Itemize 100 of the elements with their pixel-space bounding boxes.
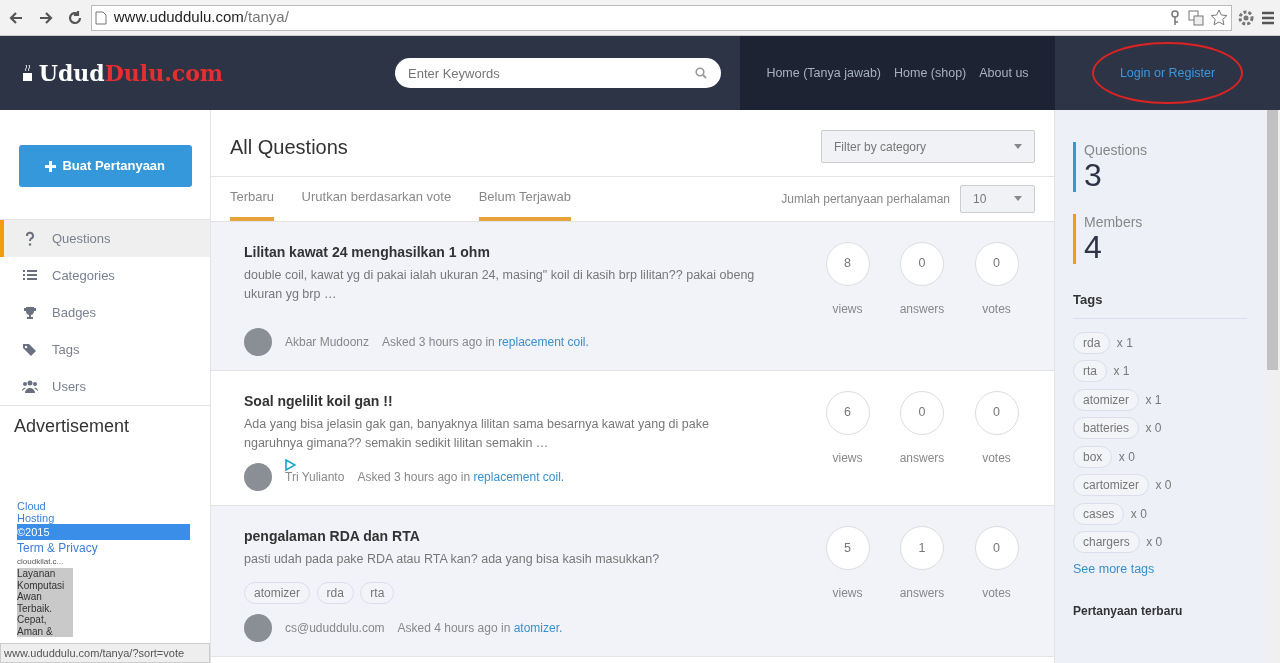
question-title[interactable]: Soal ngelilit koil gan !! [244, 390, 770, 412]
stat-label: votes [982, 449, 1011, 467]
stat-label: answers [899, 300, 945, 318]
url-text: www.ududdulu.com/tanya/ [113, 7, 289, 28]
ad-text: Layanan Komputasi Awan Terbaik. Cepat, Aman & [17, 568, 73, 637]
tag-count: x 0 [1146, 534, 1163, 551]
count-circle: 0 [974, 526, 1019, 570]
tag-count: x 1 [1116, 334, 1133, 352]
ad-copyright: ©2015 [17, 523, 190, 540]
sidebar-menu-item[interactable]: Tags [0, 331, 210, 368]
sidebar-menu-item[interactable]: Users [0, 368, 210, 405]
tag-count: x 1 [1145, 391, 1162, 409]
author-name[interactable]: Akbar Mudoonz [285, 332, 370, 351]
category-link[interactable]: replacement coil. [498, 334, 589, 349]
tag-chip[interactable]: chargers [1073, 531, 1140, 553]
nav-link[interactable]: About us [979, 63, 1029, 83]
tag-chip[interactable]: box [1073, 445, 1113, 468]
tag-chip[interactable]: batteries [1073, 417, 1140, 439]
avatar [244, 463, 272, 491]
author-name[interactable]: cs@ududdulu.com [285, 619, 385, 638]
sidebar-menu-item[interactable]: Questions [0, 220, 210, 257]
tags-heading: Tags [1073, 290, 1247, 319]
count-circle: 0 [974, 241, 1019, 286]
stat-label: votes [982, 585, 1011, 602]
status-bar-url: www.ududdulu.com/tanya/?sort=vote [0, 642, 210, 663]
question-title[interactable]: pengalaman RDA dan RTA [244, 526, 770, 547]
tag-chip[interactable]: rda [1073, 331, 1111, 354]
sidebar-menu-item[interactable]: Categories [0, 257, 210, 294]
count-circle: 5 [825, 526, 870, 570]
stat-label: views [832, 300, 863, 318]
sidebar-menu-item[interactable]: Badges [0, 294, 210, 331]
count-circle: 0 [974, 390, 1019, 435]
caret-icon [1014, 196, 1022, 202]
tag-chip[interactable]: cartomizer [1073, 474, 1149, 496]
users-icon [22, 378, 38, 395]
trophy-icon [22, 304, 38, 321]
tag-count: x 0 [1130, 505, 1147, 523]
avatar [244, 614, 272, 643]
asked-text: Asked 3 hours ago in replacement coil. [382, 333, 589, 351]
category-filter-dropdown[interactable]: Filter by category [821, 130, 1035, 163]
login-link[interactable]: Login or Register [1091, 41, 1244, 105]
tag-count: x 0 [1155, 477, 1172, 494]
stat-value: 3 [1084, 158, 1102, 192]
tag-chip[interactable]: atomizer [1073, 388, 1139, 411]
translate-icon[interactable] [1187, 9, 1204, 26]
question-excerpt: Ada yang bisa jelasin gak gan, banyaknya lilitan sama besarnya kawat yang di pake ngaruhnya gimana?? semakin sedikit lilitan semakin … [244, 416, 710, 452]
per-page-dropdown[interactable]: 10 [960, 184, 1035, 213]
stat-value: 4 [1084, 230, 1103, 264]
tag-count: x 0 [1145, 420, 1162, 437]
per-page-label: Jumlah pertanyaan perhalaman [781, 190, 950, 208]
tags-icon [22, 341, 38, 358]
recent-questions-heading: Pertanyaan terbaru [1073, 604, 1184, 619]
tag-count: x 1 [1113, 363, 1130, 380]
count-circle: 8 [825, 241, 870, 286]
question-title[interactable]: Lilitan kawat 24 menghasilkan 1 ohm [244, 241, 770, 263]
terms-link[interactable]: Term & Privacy [17, 542, 210, 554]
stat-label: answers [899, 449, 945, 467]
nav-link[interactable]: Home (Tanya jawab) [766, 63, 881, 83]
tag-chip[interactable]: rta [1073, 360, 1107, 382]
page-icon [95, 10, 108, 25]
ad-choices-icon[interactable] [284, 459, 296, 471]
asked-text: Asked 3 hours ago in replacement coil. [357, 469, 565, 486]
page-title: All Questions [230, 134, 348, 160]
caret-icon [1014, 144, 1022, 149]
nav-link[interactable]: Home (shop) [894, 63, 967, 83]
sort-tab[interactable]: Urutkan berdasarkan vote [301, 177, 452, 221]
tag-count: x 0 [1118, 448, 1135, 466]
plus-icon [44, 160, 56, 172]
author-name[interactable]: Tri Yulianto [285, 468, 345, 486]
search-icon[interactable] [695, 67, 707, 79]
count-circle: 1 [900, 526, 944, 570]
stat-label: answers [899, 585, 945, 602]
ad-link[interactable]: Cloud Hosting [17, 499, 67, 524]
scrollbar[interactable] [1265, 110, 1280, 663]
address-bar[interactable]: www.ududdulu.com/tanya/ [91, 4, 1233, 31]
stat-label: Members [1084, 214, 1144, 230]
tag-chip[interactable]: rda [316, 582, 354, 605]
stat-label: Questions [1084, 142, 1149, 158]
logo[interactable]: UdudDulu.com [38, 56, 224, 90]
asked-text: Asked 4 hours ago in atomizer. [397, 620, 563, 638]
stat-label: views [832, 585, 863, 602]
ad-domain: cloudkilat.c... [17, 556, 65, 568]
count-circle: 0 [900, 241, 944, 286]
create-question-button[interactable]: Buat Pertanyaan [18, 145, 192, 187]
category-link[interactable]: atomizer. [513, 621, 563, 636]
see-more-tags-link[interactable]: See more tags [1073, 559, 1155, 579]
tag-chip[interactable]: cases [1073, 502, 1125, 525]
count-circle: 0 [900, 390, 944, 435]
question-excerpt: double coil, kawat yg di pakai ialah ukuran 24, masing" koil di kasih brp lilitan?? pakai obeng ukuran yg brp … [244, 266, 756, 303]
tag-chip[interactable]: atomizer [244, 582, 310, 605]
tag-chip[interactable]: rta [360, 582, 395, 605]
stat-label: views [832, 449, 863, 467]
count-circle: 6 [825, 390, 870, 435]
stat-label: votes [982, 300, 1011, 318]
category-link[interactable]: replacement coil. [473, 470, 565, 484]
star-icon[interactable] [1210, 8, 1228, 27]
avatar [244, 327, 272, 356]
search-field[interactable]: Enter Keywords [395, 58, 721, 88]
key-icon[interactable] [1169, 9, 1181, 26]
question-excerpt: pasti udah pada pake RDA atau RTA kan? ada yang bisa kasih masukkan? [244, 551, 661, 569]
